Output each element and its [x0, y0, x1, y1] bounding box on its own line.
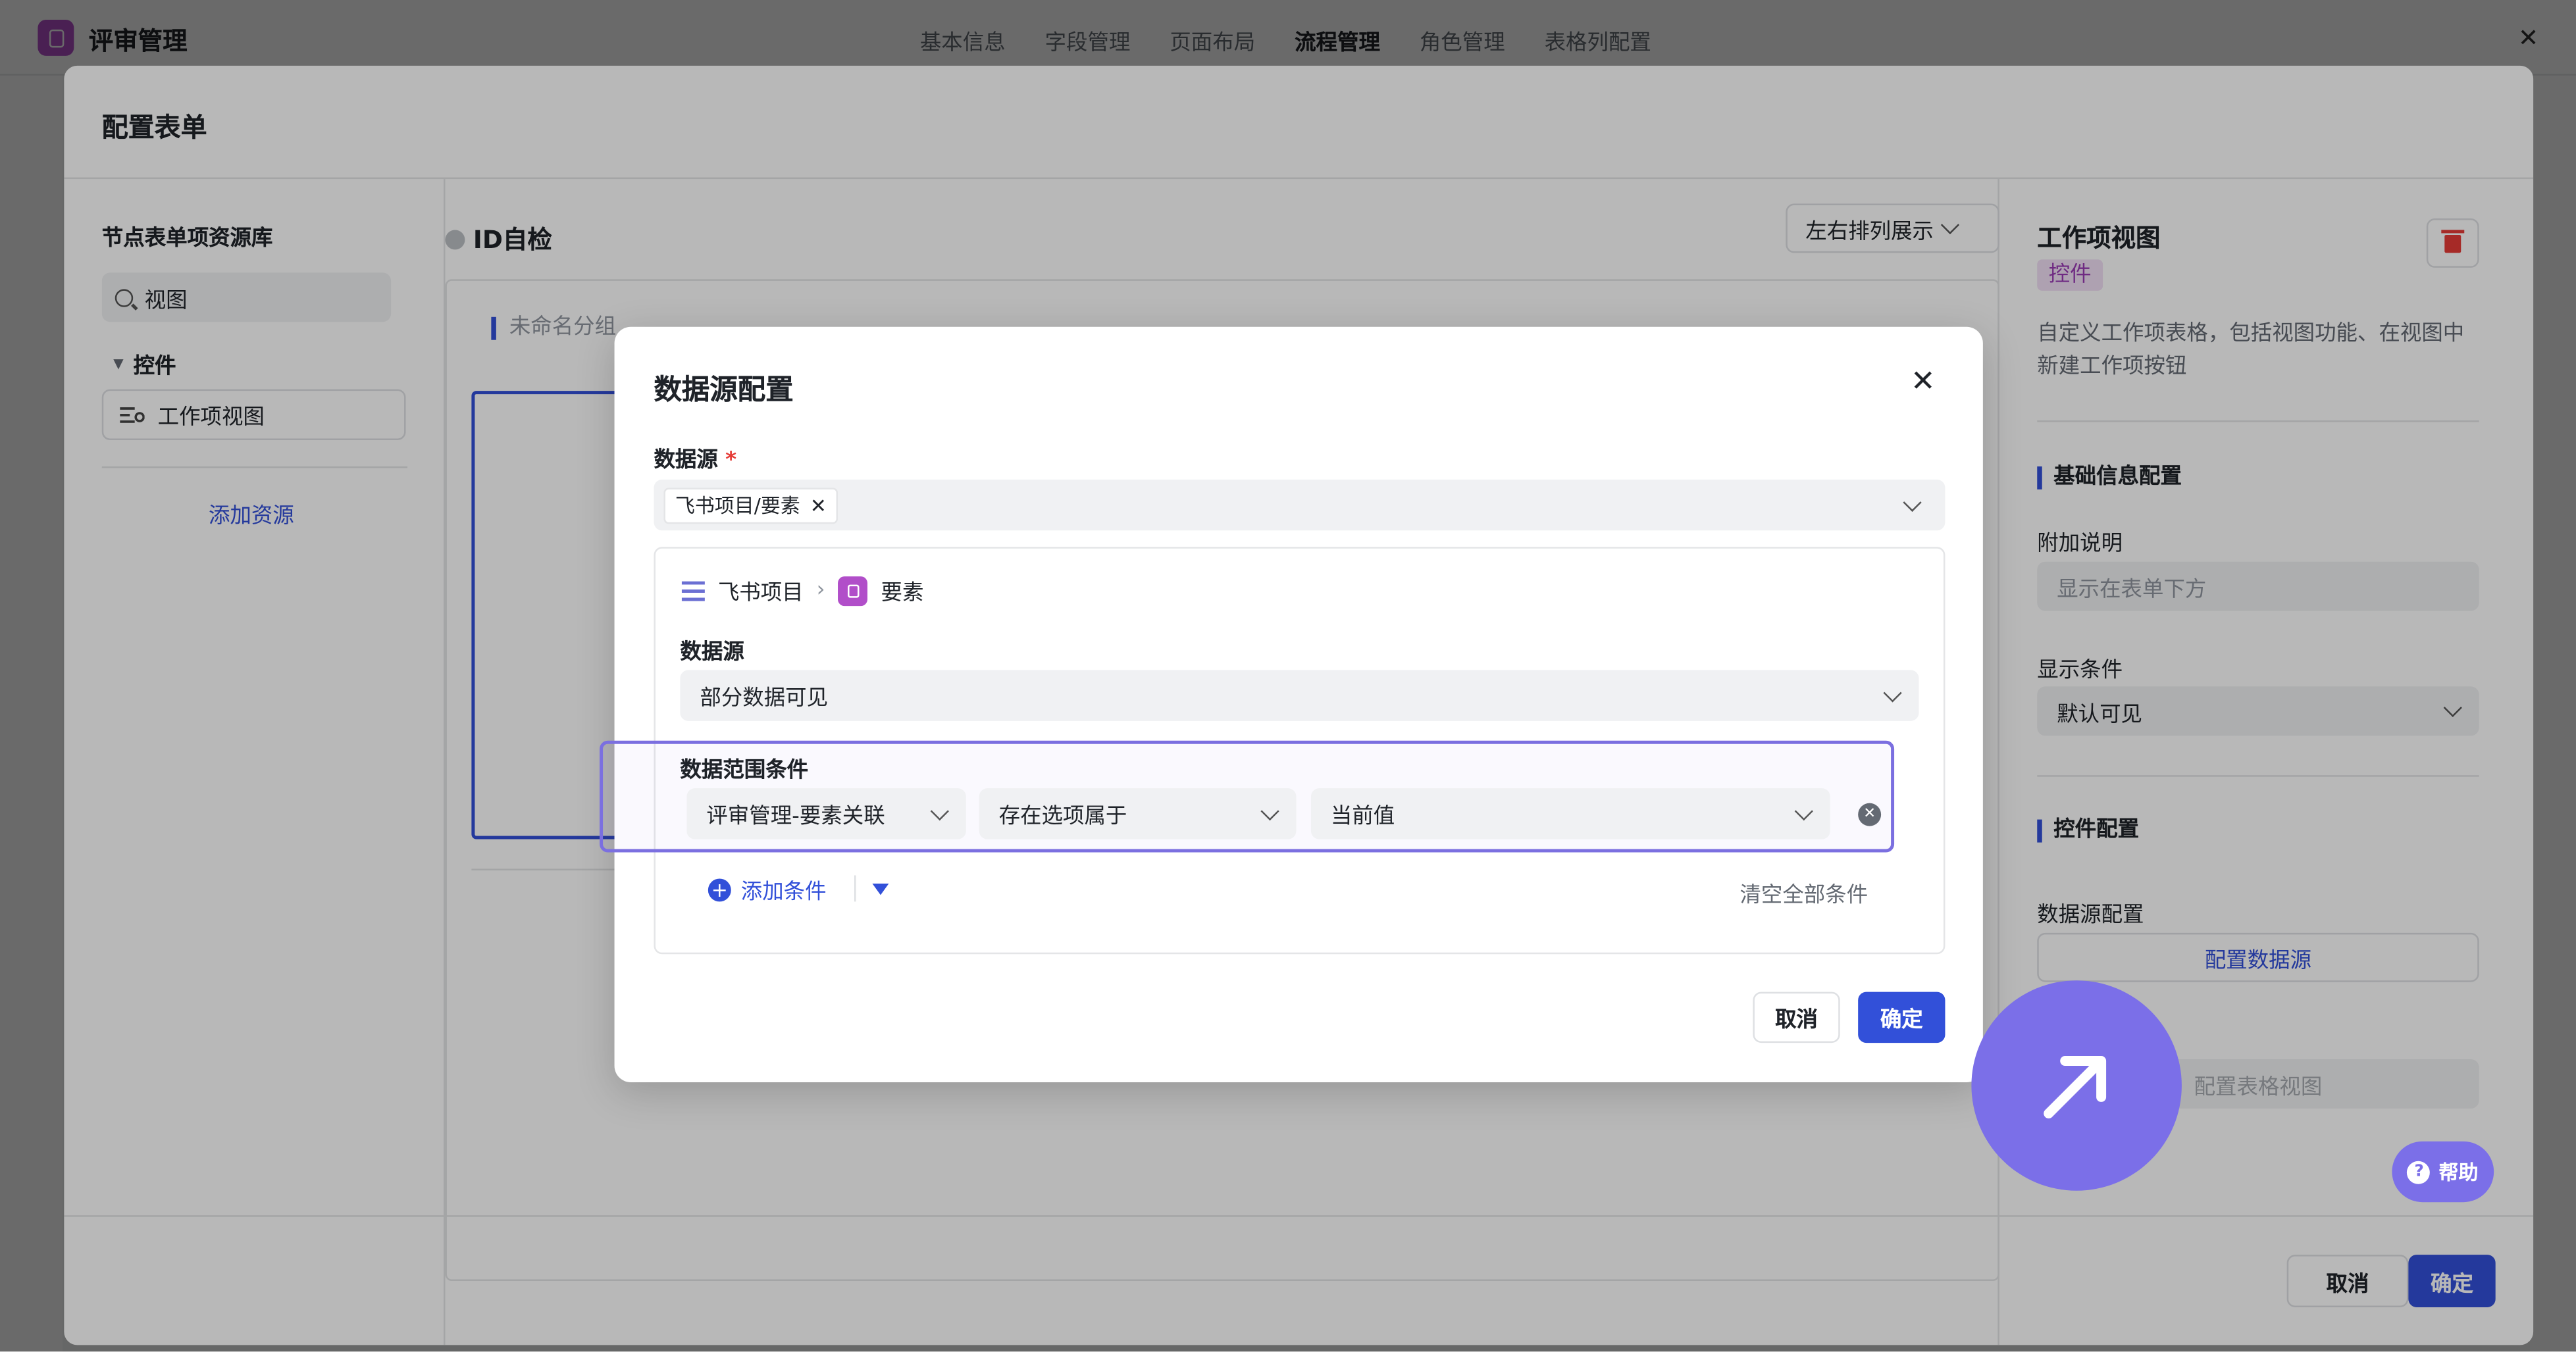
condition-operator-value: 存在选项属于 — [998, 805, 1127, 830]
add-condition-button[interactable]: + 添加条件 — [708, 874, 827, 905]
plus-circle-icon: + — [708, 878, 731, 901]
condition-value-select[interactable]: 当前值 — [1310, 788, 1830, 840]
question-icon: ? — [2408, 1160, 2431, 1184]
datasource-select[interactable]: 飞书项目/要素 ✕ — [654, 479, 1945, 531]
range-condition-label: 数据范围条件 — [680, 759, 809, 784]
condition-field-value: 评审管理-要素关联 — [706, 805, 885, 830]
help-button[interactable]: ? 帮助 — [2392, 1141, 2494, 1203]
chevron-down-icon — [1260, 801, 1279, 820]
condition-value: 当前值 — [1330, 805, 1395, 830]
condition-operator-select[interactable]: 存在选项属于 — [979, 788, 1297, 840]
condition-field-select[interactable]: 评审管理-要素关联 — [686, 788, 966, 840]
chip-label: 飞书项目/要素 — [675, 494, 800, 518]
arrow-up-right-icon — [2044, 1056, 2107, 1118]
breadcrumb-item[interactable]: 飞书项目 — [718, 575, 804, 606]
divider — [854, 875, 856, 902]
chevron-down-icon — [1794, 801, 1813, 820]
element-icon — [838, 575, 868, 605]
breadcrumb: 飞书项目 › 要素 — [681, 575, 923, 606]
breadcrumb-item[interactable]: 要素 — [881, 575, 923, 606]
inner-datasource-label: 数据源 — [680, 640, 744, 665]
close-icon[interactable]: ✕ — [1911, 364, 1936, 399]
visibility-value: 部分数据可见 — [700, 686, 829, 711]
dialog-confirm-button[interactable]: 确定 — [1858, 991, 1945, 1043]
chevron-down-icon — [930, 801, 949, 820]
caret-down-icon[interactable] — [872, 883, 889, 895]
list-icon — [681, 580, 705, 601]
add-condition-label: 添加条件 — [740, 880, 827, 905]
cursor-arrow-indicator — [1971, 980, 2182, 1191]
datasource-label-text: 数据源 — [654, 448, 718, 473]
dialog-title: 数据源配置 — [654, 374, 794, 408]
visibility-select[interactable]: 部分数据可见 — [680, 670, 1919, 721]
help-label: 帮助 — [2438, 1161, 2479, 1184]
remove-condition-icon[interactable]: ✕ — [1858, 803, 1882, 826]
datasource-detail-box: 飞书项目 › 要素 数据源 部分数据可见 数据范围条件 评审管理-要素关联 存在… — [600, 547, 1945, 955]
chip-remove-icon[interactable]: ✕ — [810, 493, 827, 516]
datasource-chip: 飞书项目/要素 ✕ — [663, 487, 838, 524]
chevron-right-icon: › — [816, 578, 825, 603]
dialog-cancel-button[interactable]: 取消 — [1753, 991, 1840, 1043]
clear-all-conditions-link[interactable]: 清空全部条件 — [1739, 877, 1868, 908]
datasource-label: 数据源 * — [654, 441, 736, 472]
datasource-dialog: 数据源配置 ✕ 数据源 * 飞书项目/要素 ✕ 飞书项目 › 要素 数据源 部分… — [600, 326, 1983, 1082]
chevron-down-icon — [1883, 683, 1902, 702]
required-mark: * — [725, 448, 737, 473]
chevron-down-icon — [1903, 492, 1922, 511]
